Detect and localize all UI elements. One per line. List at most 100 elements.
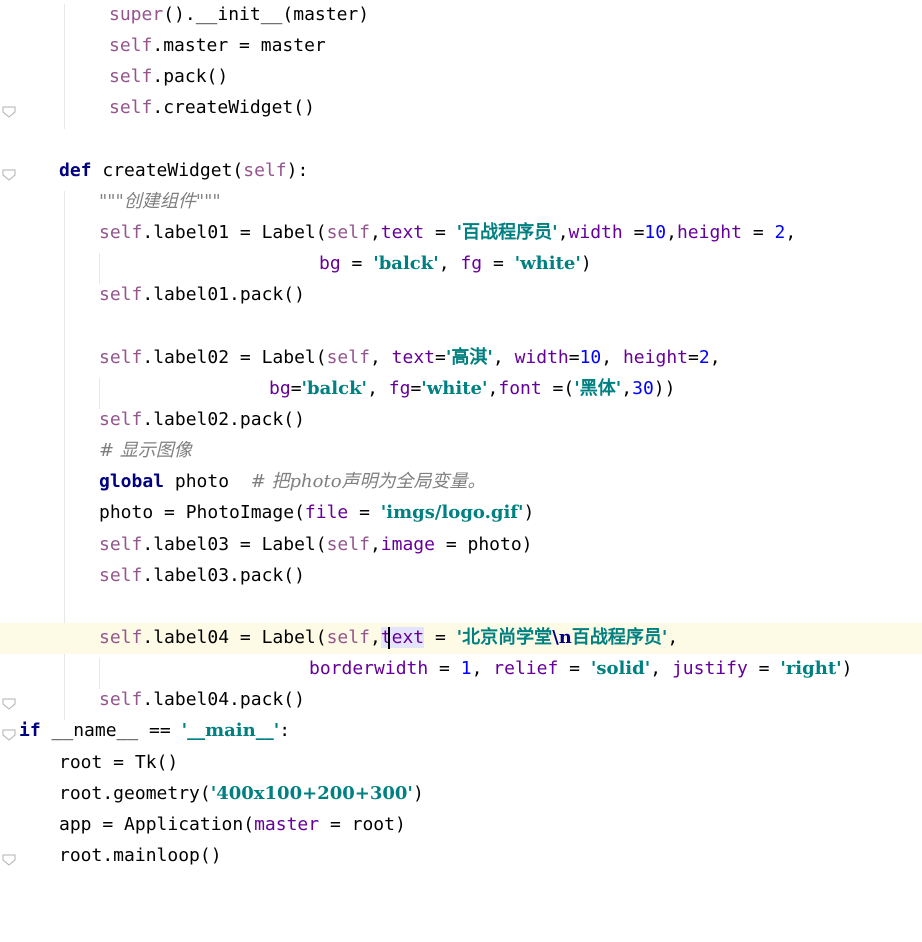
code-line[interactable]: root.mainloop(): [0, 841, 922, 872]
current-code-line[interactable]: self.label04 = Label(self,text = '北京尚学堂\…: [0, 623, 922, 654]
code-line-text: self.createWidget(): [109, 97, 315, 119]
code-line-text: root.mainloop(): [59, 845, 222, 867]
code-line[interactable]: photo = PhotoImage(file = 'imgs/logo.gif…: [0, 498, 922, 529]
code-token: self: [99, 284, 143, 306]
code-token: ,: [438, 253, 461, 275]
code-line-text: borderwidth = 1, relief = 'solid', justi…: [309, 658, 853, 680]
code-token: self: [326, 346, 370, 368]
code-token: =: [741, 222, 775, 244]
code-token: .createWidget(): [152, 97, 315, 119]
code-line[interactable]: borderwidth = 1, relief = 'solid', justi…: [0, 654, 922, 685]
code-token: file: [304, 502, 349, 524]
code-line[interactable]: global photo # 把photo声明为全局变量。: [0, 467, 922, 498]
code-line[interactable]: bg='balck', fg='white',font =('黑体',30)): [0, 374, 922, 405]
code-line[interactable]: self.label03.pack(): [0, 561, 922, 592]
code-line-text: root.geometry('400x100+200+300'): [59, 783, 424, 805]
code-line[interactable]: # 显示图像: [0, 436, 922, 467]
code-line[interactable]: self.label03 = Label(self,image = photo): [0, 530, 922, 561]
code-line[interactable]: self.label02 = Label(self, text='高淇', wi…: [0, 343, 922, 374]
code-token: fg: [388, 377, 411, 399]
code-token: super: [109, 4, 164, 25]
code-line[interactable]: self.label01.pack(): [0, 280, 922, 311]
fold-marker-icon[interactable]: [2, 695, 16, 710]
code-line[interactable]: app = Application(master = root): [0, 810, 922, 841]
code-token: __name__ ==: [51, 720, 182, 742]
code-line[interactable]: def createWidget(self):: [0, 156, 922, 187]
code-token: 'white': [421, 377, 488, 399]
code-line-text: self.label02 = Label(self, text='高淇', wi…: [99, 347, 721, 369]
code-token: app = Application(: [59, 813, 255, 835]
code-line-text: app = Application(master = root): [59, 814, 406, 836]
code-line[interactable]: root.geometry('400x100+200+300'): [0, 779, 922, 810]
code-token: 1: [460, 658, 472, 680]
code-token: .label04 = Label(: [142, 627, 327, 648]
code-line[interactable]: """创建组件""": [0, 187, 922, 218]
code-token: ,: [369, 346, 392, 368]
code-line-text: self.label01 = Label(self,text = '百战程序员'…: [99, 222, 796, 244]
code-token: = photo): [434, 533, 533, 555]
code-token: ,: [650, 658, 672, 680]
code-token: root = Tk(): [59, 751, 179, 773]
code-token: ,: [492, 346, 515, 368]
code-token: self: [99, 222, 143, 244]
code-token: '黑体': [574, 377, 622, 399]
code-token: self: [326, 222, 370, 244]
code-token: self: [99, 564, 143, 586]
code-token: .label03.pack(): [142, 564, 305, 586]
fold-marker-icon[interactable]: [2, 851, 16, 866]
code-line[interactable]: if __name__ == '__main__':: [0, 716, 922, 747]
code-line[interactable]: self.master = master: [0, 31, 922, 62]
code-token: root.mainloop(): [59, 845, 222, 867]
code-line[interactable]: [0, 592, 922, 623]
code-line[interactable]: bg = 'balck', fg = 'white'): [0, 249, 922, 280]
code-token: .label02.pack(): [142, 408, 305, 430]
code-line[interactable]: [0, 312, 922, 343]
code-token: .master = master: [152, 35, 326, 57]
code-token: '__main__': [181, 720, 280, 742]
code-line[interactable]: super().__init__(master): [0, 0, 922, 31]
code-line[interactable]: self.pack(): [0, 62, 922, 93]
code-token: .label04.pack(): [142, 689, 305, 711]
code-token: global: [99, 471, 175, 493]
code-token: self: [243, 159, 287, 181]
code-token: height: [676, 222, 742, 244]
code-token: 'imgs/logo.gif': [380, 502, 524, 524]
fold-marker-icon[interactable]: [2, 726, 16, 742]
code-line-text: self.label03.pack(): [99, 565, 305, 587]
fold-marker-icon[interactable]: [2, 103, 16, 119]
code-token: text: [391, 346, 435, 368]
code-token: self: [99, 533, 143, 555]
code-token: 百战程序员': [571, 627, 668, 648]
code-line[interactable]: [0, 125, 922, 156]
code-token: =: [290, 377, 302, 399]
code-line-text: bg = 'balck', fg = 'white'): [319, 253, 592, 275]
code-token: '400x100+200+300': [210, 782, 413, 804]
code-token: bg: [269, 377, 291, 399]
code-token: ): [523, 502, 535, 524]
code-token: height: [622, 346, 688, 368]
code-token: justify: [671, 658, 748, 680]
code-line[interactable]: self.label01 = Label(self,text = '百战程序员'…: [0, 218, 922, 249]
code-token: ().__init__(master): [163, 4, 370, 25]
code-line[interactable]: self.label04.pack(): [0, 685, 922, 716]
code-line-text: bg='balck', fg='white',font =('黑体',30)): [269, 378, 675, 400]
code-token: ,: [709, 346, 721, 368]
code-line[interactable]: self.createWidget(): [0, 93, 922, 124]
code-token: 30: [632, 377, 654, 399]
code-editor[interactable]: super().__init__(master) self.master = ma…: [0, 0, 922, 942]
code-token: 10: [644, 222, 667, 244]
code-token: =: [558, 658, 591, 680]
fold-marker-icon[interactable]: [2, 166, 16, 181]
code-line[interactable]: self.label02.pack(): [0, 405, 922, 436]
code-token: =: [410, 377, 422, 399]
code-token: .label01.pack(): [142, 284, 305, 306]
code-token: =: [688, 346, 699, 368]
code-token: 'right': [780, 658, 842, 680]
code-token: if: [19, 720, 52, 742]
code-line[interactable]: root = Tk(): [0, 748, 922, 779]
code-token: 'solid': [590, 658, 651, 680]
code-token: ):: [286, 159, 309, 181]
code-token: self: [109, 66, 153, 88]
code-token: ,: [471, 658, 494, 680]
code-token: self: [326, 533, 370, 555]
